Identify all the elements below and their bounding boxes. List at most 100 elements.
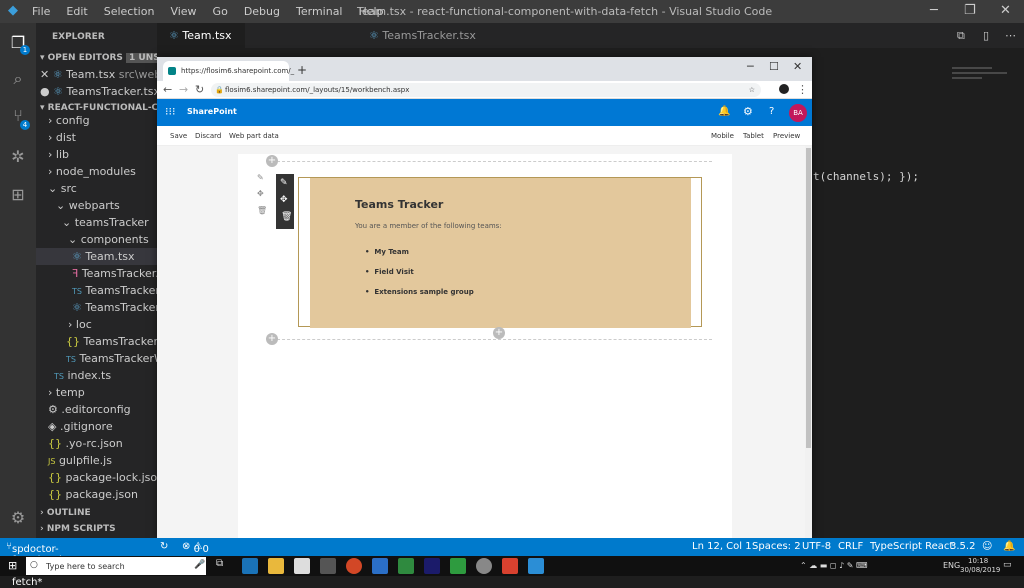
outline-header[interactable]: › OUTLINE (40, 505, 91, 522)
tree-item[interactable]: › node_modules (48, 163, 136, 180)
team-list-item[interactable]: • Extensions sample group (365, 288, 474, 296)
menu-debug[interactable]: Debug (244, 5, 280, 18)
tray-icons[interactable]: ⌃ ☁ ▬ ◻ ♪ ✎ ⌨ (800, 561, 868, 570)
npm-scripts-header[interactable]: › NPM SCRIPTS (40, 521, 116, 538)
feedback-icon[interactable]: ☺ (982, 541, 992, 552)
team-list-item[interactable]: • Field Visit (365, 268, 414, 276)
action-center-icon[interactable]: ▭ (1003, 560, 1012, 570)
new-tab-icon[interactable]: + (297, 63, 307, 77)
split-editor-icon[interactable]: ⧉ (957, 29, 965, 43)
menu-view[interactable]: View (170, 5, 196, 18)
more-actions-icon[interactable]: ⋯ (1005, 29, 1016, 42)
edit-pencil-icon[interactable]: ✎ (280, 178, 288, 188)
indentation[interactable]: Spaces: 2 (752, 541, 801, 552)
tree-item[interactable]: ⌄ src (48, 180, 77, 197)
minimize-icon[interactable]: ─ (747, 60, 754, 73)
debug-icon[interactable]: ✲ (8, 147, 28, 167)
close-icon[interactable]: ✕ (1000, 3, 1011, 18)
sharepoint-brand[interactable]: SharePoint (187, 107, 237, 116)
tree-item[interactable]: ⌄ webparts (56, 197, 120, 214)
extension-icon[interactable] (779, 84, 789, 94)
bell-icon[interactable]: 🔔 (718, 106, 730, 117)
star-icon[interactable]: ☆ (749, 83, 755, 97)
tree-item[interactable]: JS gulpfile.js (48, 452, 112, 469)
browser-tab[interactable]: https://flosim6.sharepoint.com/_ ✕ (163, 61, 294, 95)
problems-status[interactable]: ⊗ 0 ⚠ 0 (182, 541, 209, 555)
reload-icon[interactable]: ↻ (195, 83, 204, 96)
back-icon[interactable]: ← (163, 83, 172, 96)
layout-icon[interactable]: ▯ (983, 29, 989, 42)
scrollbar-thumb[interactable] (806, 148, 811, 448)
save-button[interactable]: Save (170, 132, 187, 140)
tree-item[interactable]: › dist (48, 129, 76, 146)
app-icon[interactable] (398, 558, 414, 574)
app-red-icon[interactable] (502, 558, 518, 574)
tree-item[interactable]: ⚛ TeamsTracker.tsx (72, 299, 157, 316)
tree-item[interactable]: TS TeamsTracker.m (72, 282, 157, 299)
chrome-icon[interactable] (476, 558, 492, 574)
add-webpart-icon[interactable]: + (493, 327, 505, 339)
section-move-icon[interactable]: ✥ (257, 189, 264, 198)
scrollbar[interactable] (805, 146, 812, 538)
tree-item[interactable]: ⌄ components (68, 231, 149, 248)
web-part-data-button[interactable]: Web part data (229, 132, 279, 140)
gear-icon[interactable]: ⚙ (743, 105, 753, 118)
menu-selection[interactable]: Selection (104, 5, 155, 18)
windows-start-icon[interactable]: ⊞ (8, 559, 17, 572)
team-list-item[interactable]: • My Team (365, 248, 409, 256)
tree-item[interactable]: ⚙ .editorconfig (48, 401, 131, 418)
open-editor-item[interactable]: ✕ ⚛ Team.tsx src\webp (40, 66, 157, 83)
sync-icon[interactable]: ↻ (160, 541, 168, 552)
section-edit-icon[interactable]: ✎ (257, 173, 264, 182)
todo-icon[interactable] (372, 558, 388, 574)
language-mode[interactable]: TypeScript React (870, 541, 953, 552)
tree-item[interactable]: ꟻ TeamsTracker.m (72, 265, 157, 282)
app-green-icon[interactable] (450, 558, 466, 574)
menu-edit[interactable]: Edit (66, 5, 87, 18)
tablet-button[interactable]: Tablet (743, 132, 764, 140)
open-editors-header[interactable]: ▾ OPEN EDITORS 1 UNSAVED (40, 50, 157, 67)
gear-icon[interactable]: ⚙ (8, 508, 28, 528)
tree-item[interactable]: ◈ .gitignore (48, 418, 113, 435)
minimap[interactable] (952, 64, 1012, 104)
tree-item-selected[interactable]: ⚛ Team.tsx (36, 248, 157, 265)
menu-terminal[interactable]: Terminal (296, 5, 343, 18)
vscode-taskbar-icon[interactable] (528, 558, 544, 574)
help-icon[interactable]: ? (769, 106, 774, 117)
store-icon[interactable] (294, 558, 310, 574)
tree-item[interactable]: {} .yo-rc.json (48, 435, 123, 452)
tree-item[interactable]: › loc (68, 316, 92, 333)
add-section-icon[interactable]: + (266, 155, 278, 167)
minimize-icon[interactable]: ─ (930, 3, 938, 18)
delete-icon[interactable]: 🗑 (281, 212, 292, 222)
notifications-icon[interactable]: 🔔 (1003, 541, 1015, 552)
section-delete-icon[interactable]: 🗑 (257, 206, 267, 215)
tree-item[interactable]: › lib (48, 146, 69, 163)
mail-icon[interactable] (320, 558, 336, 574)
line-ending[interactable]: CRLF (838, 541, 863, 552)
mobile-button[interactable]: Mobile (711, 132, 734, 140)
avatar[interactable]: BA (789, 104, 807, 122)
tree-item[interactable]: {} package.json (48, 486, 138, 503)
clock-date[interactable]: 30/08/2019 (960, 566, 1000, 574)
task-view-icon[interactable]: ⧉ (216, 558, 232, 574)
tree-item[interactable]: TS TeamsTrackerWeb (66, 350, 157, 367)
tree-item[interactable]: {} package-lock.json (48, 469, 157, 486)
address-bar[interactable]: 🔒 flosim6.sharepoint.com/_layouts/15/wor… (211, 83, 761, 97)
git-branch-status[interactable]: ⑂ spdoctor-functional-data-fetch* (6, 541, 65, 588)
search-icon[interactable]: ⌕ (8, 69, 28, 89)
cursor-position[interactable]: Ln 12, Col 1 (692, 541, 752, 552)
tab-teamstracker[interactable]: ⚛ TeamsTracker.tsx ● (357, 23, 487, 67)
forward-icon[interactable]: → (179, 83, 188, 96)
file-explorer-icon[interactable] (268, 558, 284, 574)
tree-item[interactable]: {} TeamsTrackerWeb (66, 333, 157, 350)
preview-button[interactable]: Preview (773, 132, 800, 140)
discard-button[interactable]: Discard (195, 132, 221, 140)
restore-icon[interactable]: ❐ (964, 3, 976, 18)
menu-go[interactable]: Go (213, 5, 228, 18)
maximize-icon[interactable]: ☐ (769, 60, 779, 73)
move-icon[interactable]: ✥ (280, 195, 288, 205)
ts-version[interactable]: 3.5.2 (950, 541, 975, 552)
taskbar-search-input[interactable]: ○ Type here to search 🎤 (26, 557, 206, 575)
extensions-icon[interactable]: ⊞ (8, 185, 28, 205)
